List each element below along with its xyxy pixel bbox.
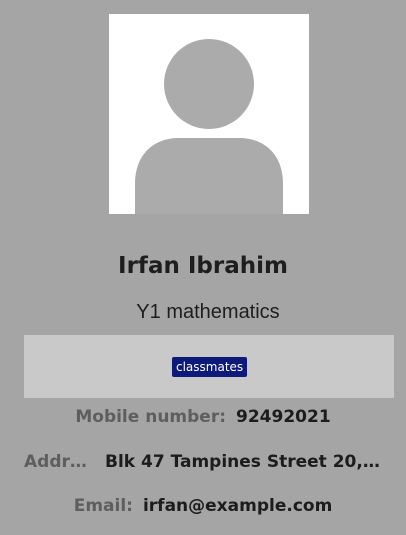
- address-value: Blk 47 Tampines Street 20, #17-35: [105, 452, 385, 472]
- contact-name: Irfan Ibrahim: [118, 253, 288, 279]
- contact-subtitle: Y1 mathematics: [136, 301, 280, 323]
- address-row: Address: Blk 47 Tampines Street 20, #17-3…: [24, 452, 394, 472]
- mobile-row: Mobile number: 92492021: [0, 407, 406, 427]
- email-row: Email: irfan@example.com: [0, 496, 406, 516]
- avatar: [109, 14, 309, 214]
- tag-badge: classmates: [172, 357, 248, 377]
- tag-panel: classmates: [24, 335, 394, 398]
- email-label: Email:: [73, 496, 133, 516]
- mobile-value: 92492021: [236, 407, 331, 427]
- email-value: irfan@example.com: [142, 496, 333, 516]
- person-silhouette-icon: [135, 39, 283, 214]
- mobile-label: Mobile number:: [75, 407, 227, 427]
- address-label: Address:: [24, 452, 96, 472]
